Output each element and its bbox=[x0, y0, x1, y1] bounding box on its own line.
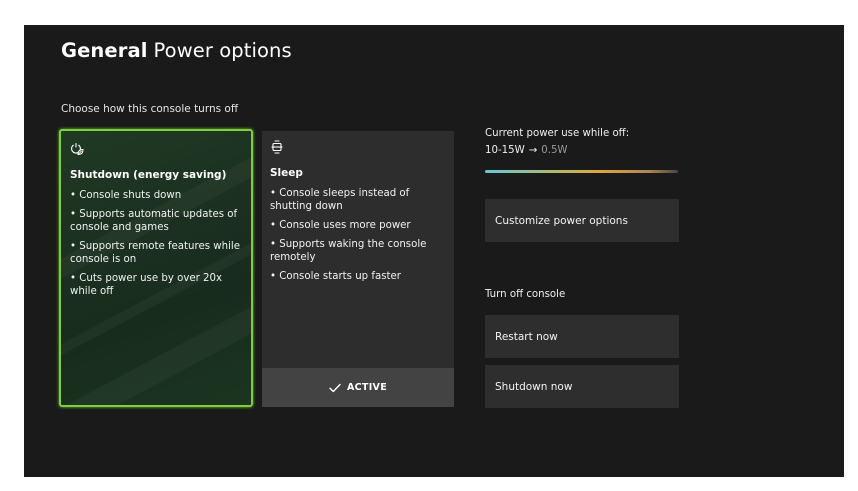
target-power-value: 0.5W bbox=[541, 145, 568, 156]
power-use-values: 10-15W → 0.5W bbox=[485, 145, 568, 156]
sleep-mode-card[interactable]: Sleep • Console sleeps instead of shutti… bbox=[262, 131, 454, 407]
list-item: • Console starts up faster bbox=[270, 271, 401, 282]
sleep-mode-title: Sleep bbox=[270, 167, 303, 179]
mode-subheading: Choose how this console turns off bbox=[61, 103, 239, 115]
active-status-label: ACTIVE bbox=[347, 382, 387, 393]
arrow-right-icon: → bbox=[528, 145, 538, 156]
current-power-value: 10-15W bbox=[485, 145, 525, 156]
section-title: General bbox=[61, 39, 148, 62]
restart-now-button[interactable]: Restart now bbox=[485, 315, 679, 358]
power-use-meter bbox=[485, 170, 678, 173]
customize-power-options-label: Customize power options bbox=[495, 214, 628, 227]
shutdown-mode-title: Shutdown (energy saving) bbox=[70, 169, 227, 181]
power-leaf-icon bbox=[70, 141, 84, 156]
list-item: • Console uses more power bbox=[270, 220, 411, 231]
list-item: • Console sleeps instead of shutting dow… bbox=[270, 188, 410, 212]
sleep-mode-features: • Console sleeps instead of shutting dow… bbox=[270, 187, 446, 283]
shutdown-mode-card[interactable]: Shutdown (energy saving) • Console shuts… bbox=[59, 129, 253, 407]
page-title: General Power options bbox=[61, 39, 292, 62]
list-item: • Supports waking the console remotely bbox=[270, 239, 427, 263]
list-item: • Supports automatic updates of console … bbox=[70, 209, 238, 233]
list-item: • Console shuts down bbox=[70, 190, 182, 201]
shutdown-mode-features: • Console shuts down • Supports automati… bbox=[70, 189, 243, 298]
page-name: Power options bbox=[153, 39, 292, 62]
active-status-bar: ACTIVE bbox=[262, 368, 454, 407]
customize-power-options-button[interactable]: Customize power options bbox=[485, 199, 679, 242]
power-options-screen: General Power options Choose how this con… bbox=[24, 25, 844, 477]
list-item: • Cuts power use by over 20x while off bbox=[70, 273, 223, 297]
checkmark-icon bbox=[329, 383, 341, 392]
power-use-label: Current power use while off: bbox=[485, 128, 630, 139]
list-item: • Supports remote features while console… bbox=[70, 241, 240, 265]
shutdown-now-label: Shutdown now bbox=[495, 380, 573, 393]
sleep-console-icon bbox=[270, 139, 284, 154]
restart-now-label: Restart now bbox=[495, 330, 558, 343]
turn-off-heading: Turn off console bbox=[485, 289, 566, 300]
shutdown-now-button[interactable]: Shutdown now bbox=[485, 365, 679, 408]
